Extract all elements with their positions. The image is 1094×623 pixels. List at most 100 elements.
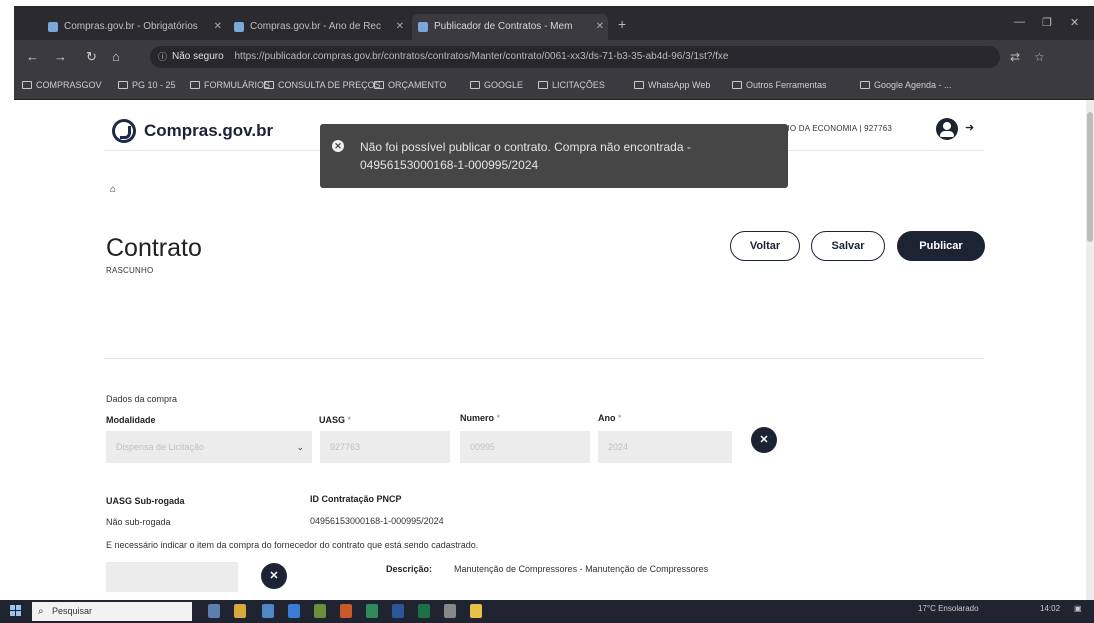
home-button[interactable]: ⌂ xyxy=(112,49,120,64)
favicon-icon xyxy=(418,22,428,32)
folder-icon xyxy=(22,81,32,89)
forward-button[interactable]: → xyxy=(54,49,67,64)
whatsapp-icon xyxy=(634,81,644,89)
bookmark-item[interactable]: GOOGLE xyxy=(470,80,523,90)
page-title: Contrato xyxy=(106,234,202,262)
logo-text: Compras.gov.br xyxy=(144,121,274,140)
numero-input[interactable]: 00995 xyxy=(460,431,590,463)
bookmark-item[interactable]: Outros Ferramentas xyxy=(732,80,827,90)
home-icon[interactable]: ⌂ xyxy=(110,184,116,195)
bookmark-item[interactable]: Google Agenda - ... xyxy=(860,80,952,90)
url-text: https://publicador.compras.gov.br/contra… xyxy=(234,51,729,62)
translate-icon[interactable]: ⇄ xyxy=(1010,50,1020,64)
maximize-button[interactable]: ❐ xyxy=(1042,16,1052,29)
bookmark-item[interactable]: CONSULTA DE PREÇOS xyxy=(264,80,381,90)
search-icon: ⌕ xyxy=(38,606,44,617)
uasg-subrogada-label: UASG Sub-rogada xyxy=(106,496,185,506)
publish-button[interactable]: Publicar xyxy=(897,231,985,261)
bookmark-item[interactable]: COMPRASGOV xyxy=(22,80,102,90)
close-icon: ✕ xyxy=(269,570,279,582)
app-icon[interactable] xyxy=(340,604,352,618)
folder-icon xyxy=(538,81,548,89)
bookmark-star-icon[interactable]: ☆ xyxy=(1034,50,1045,64)
browser-tab-bar: Compras.gov.br - Obrigatórios ✕ Compras.… xyxy=(14,6,1094,40)
ano-input[interactable]: 2024 xyxy=(598,431,732,463)
description-value: Manutenção de Compressores - Manutenção … xyxy=(454,564,709,574)
app-icon[interactable] xyxy=(314,604,326,618)
error-icon[interactable]: ✕ xyxy=(332,140,344,152)
back-page-button[interactable]: Voltar xyxy=(730,231,800,261)
pncp-id-label: ID Contratação PNCP xyxy=(310,494,402,504)
scrollbar-thumb[interactable] xyxy=(1087,112,1093,242)
folder-icon xyxy=(470,81,480,89)
folder-icon xyxy=(118,81,128,89)
close-icon[interactable]: ✕ xyxy=(214,14,222,40)
item-notice: E necessário indicar o item da compra do… xyxy=(106,540,479,550)
section-label: Dados da compra xyxy=(106,394,178,404)
new-tab-button[interactable]: + xyxy=(618,16,626,32)
item-select[interactable] xyxy=(106,562,238,592)
bookmark-item[interactable]: PG 10 - 25 xyxy=(118,80,176,90)
tab-publicador-contratos[interactable]: Publicador de Contratos - Mem ✕ xyxy=(412,14,608,40)
windows-start-icon[interactable] xyxy=(10,605,22,617)
numero-label: Numero * xyxy=(460,413,501,423)
modalidade-select[interactable]: Dispensa de Licitação ⌄ xyxy=(106,431,312,463)
task-view-icon[interactable] xyxy=(208,604,220,618)
bookmark-item[interactable]: ORÇAMENTO xyxy=(374,80,446,90)
site-logo[interactable]: Compras.gov.br xyxy=(112,116,273,146)
tab-compras-ano[interactable]: Compras.gov.br - Ano de Rec ✕ xyxy=(228,14,408,40)
status-label: RASCUNHO xyxy=(106,266,154,275)
chevron-down-icon: ⌄ xyxy=(296,442,304,452)
tab-compras-obrigatorios[interactable]: Compras.gov.br - Obrigatórios ✕ xyxy=(42,14,226,40)
clear-purchase-button[interactable]: ✕ xyxy=(751,427,777,453)
edge-icon[interactable] xyxy=(288,604,300,618)
favicon-icon xyxy=(48,22,58,32)
clock-label[interactable]: 14:02 xyxy=(1040,604,1060,613)
pncp-id-value: 04956153000168-1-000995/2024 xyxy=(310,516,444,526)
ano-label: Ano * xyxy=(598,413,622,423)
uasg-label: UASG * xyxy=(319,415,352,425)
chrome-icon[interactable] xyxy=(470,604,482,618)
word-icon[interactable] xyxy=(392,604,404,618)
modalidade-label: Modalidade xyxy=(106,415,156,425)
logout-icon[interactable]: ➜ xyxy=(965,121,974,134)
bookmark-item[interactable]: WhatsApp Web xyxy=(634,80,710,90)
description-label: Descrição: xyxy=(386,564,433,574)
favicon-icon xyxy=(234,22,244,32)
app-icon[interactable] xyxy=(444,604,456,618)
compras-logo-icon xyxy=(112,119,136,143)
user-avatar-icon[interactable] xyxy=(936,118,958,140)
uasg-subrogada-value: Não sub-rogada xyxy=(106,517,171,527)
bookmark-item[interactable]: LICITAÇÕES xyxy=(538,80,605,90)
toast-message: Não foi possível publicar o contrato. Co… xyxy=(360,140,691,172)
screen: Compras.gov.br - Obrigatórios ✕ Compras.… xyxy=(0,0,1094,623)
close-window-button[interactable]: ✕ xyxy=(1070,16,1079,29)
save-button[interactable]: Salvar xyxy=(811,231,885,261)
folder-icon xyxy=(264,81,274,89)
weather-label[interactable]: 17°C Ensolarado xyxy=(918,604,979,613)
section-divider xyxy=(104,358,984,359)
clear-item-button[interactable]: ✕ xyxy=(261,563,287,589)
file-explorer-icon[interactable] xyxy=(234,604,246,618)
info-icon[interactable]: ⓘ xyxy=(158,46,167,68)
tools-icon xyxy=(732,81,742,89)
folder-icon xyxy=(374,81,384,89)
back-button[interactable]: ← xyxy=(26,49,39,64)
notification-icon[interactable]: ▣ xyxy=(1074,604,1082,613)
url-input[interactable]: ⓘ Não seguro https://publicador.compras.… xyxy=(150,46,1000,68)
uasg-input[interactable]: 927763 xyxy=(320,431,450,463)
bookmark-item[interactable]: FORMULÁRIOS xyxy=(190,80,270,90)
app-icon[interactable] xyxy=(366,604,378,618)
close-icon[interactable]: ✕ xyxy=(396,14,404,40)
error-toast: ✕ Não foi possível publicar o contrato. … xyxy=(320,124,788,188)
organization-label: ERIO DA ECONOMIA | 927763 xyxy=(776,124,893,133)
close-icon[interactable]: ✕ xyxy=(596,14,604,40)
taskbar-search-input[interactable]: ⌕ Pesquisar xyxy=(32,602,192,621)
browser-address-bar: ← → ↻ ⌂ ⓘ Não seguro https://publicador.… xyxy=(14,40,1094,74)
reload-button[interactable]: ↻ xyxy=(86,49,97,65)
calendar-icon xyxy=(860,81,870,89)
minimize-button[interactable]: — xyxy=(1014,16,1025,28)
bookmarks-bar: COMPRASGOV PG 10 - 25 FORMULÁRIOS CONSUL… xyxy=(14,74,1094,100)
excel-icon[interactable] xyxy=(418,604,430,618)
app-icon[interactable] xyxy=(262,604,274,618)
